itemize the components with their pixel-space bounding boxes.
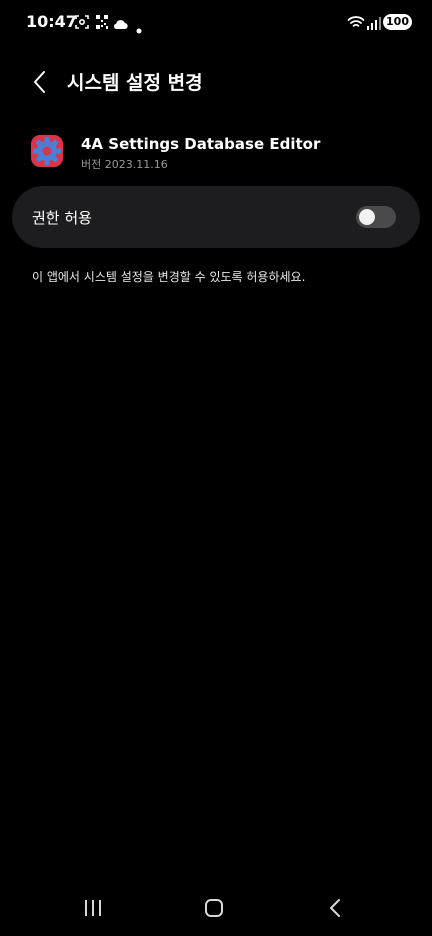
toggle-knob <box>359 209 375 225</box>
notification-dot-icon <box>136 19 142 38</box>
chevron-left-icon <box>34 71 45 93</box>
recents-icon <box>85 900 101 916</box>
navigation-bar <box>0 880 432 936</box>
app-name: 4A Settings Database Editor <box>81 135 321 153</box>
permission-label: 권한 허용 <box>32 209 92 227</box>
status-bar: 10:47 100 <box>0 0 432 44</box>
recents-button[interactable] <box>71 890 115 926</box>
back-icon <box>330 899 340 917</box>
app-info: 4A Settings Database Editor 버전 2023.11.1… <box>0 128 432 176</box>
nav-back-button[interactable] <box>313 890 357 926</box>
qr-icon <box>95 14 109 34</box>
status-time: 10:47 <box>26 12 77 31</box>
home-button[interactable] <box>192 890 236 926</box>
page-title: 시스템 설정 변경 <box>67 72 203 94</box>
signal-icon <box>367 15 381 34</box>
battery-indicator: 100 <box>383 14 412 30</box>
permission-card[interactable]: 권한 허용 <box>12 186 420 248</box>
cloud-icon <box>112 15 128 34</box>
wifi-icon <box>347 14 365 33</box>
header: 시스템 설정 변경 <box>0 58 432 106</box>
home-icon <box>205 899 223 917</box>
app-version: 버전 2023.11.16 <box>81 158 168 171</box>
back-button[interactable] <box>24 66 56 98</box>
app-gear-icon <box>30 134 64 168</box>
permission-description: 이 앱에서 시스템 설정을 변경할 수 있도록 허용하세요. <box>32 270 306 284</box>
permission-toggle[interactable] <box>356 206 396 228</box>
screenshot-icon <box>74 14 90 34</box>
